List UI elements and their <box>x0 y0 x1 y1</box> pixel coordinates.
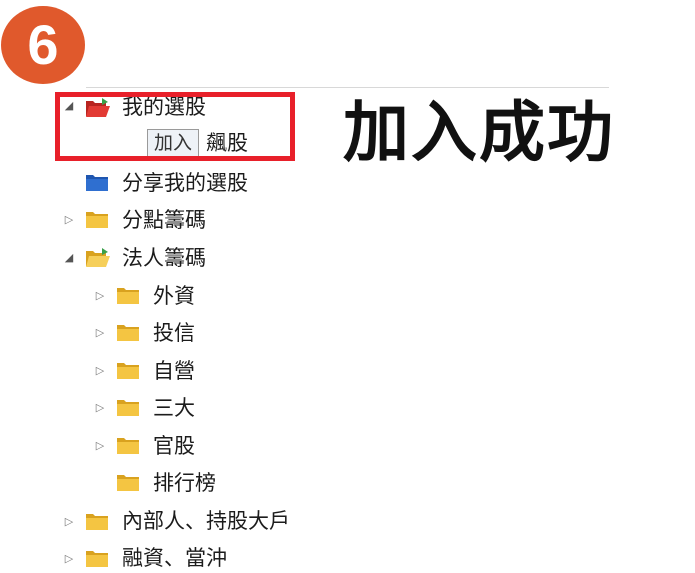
folder-icon <box>117 363 139 379</box>
tree-item-insiders[interactable]: 內部人、持股大戶 <box>122 506 290 536</box>
tree-item-institutional-chips[interactable]: 法人籌碼 <box>122 243 206 273</box>
tree-item-share-my-stocks[interactable]: 分享我的選股 <box>122 168 248 198</box>
tree-item-broker-chips[interactable]: 分點籌碼 <box>122 205 206 235</box>
open-folder-icon <box>86 248 110 267</box>
collapse-arrow-icon[interactable]: ▷ <box>63 515 75 527</box>
folder-icon <box>86 551 108 567</box>
folder-icon <box>117 438 139 454</box>
tree-item-investment-trust[interactable]: 投信 <box>153 318 195 348</box>
collapse-arrow-icon[interactable]: ▷ <box>63 213 75 225</box>
tree-item-margin[interactable]: 融資、當沖 <box>122 543 227 573</box>
folder-icon <box>117 325 139 341</box>
tree-item-gov-stocks[interactable]: 官股 <box>153 431 195 461</box>
collapse-arrow-icon[interactable]: ▷ <box>94 289 106 301</box>
folder-icon <box>86 212 108 228</box>
folder-icon <box>117 288 139 304</box>
tree-item-big-three[interactable]: 三大 <box>153 393 195 423</box>
collapse-arrow-icon[interactable]: ▷ <box>63 552 75 564</box>
folder-icon <box>117 475 139 491</box>
tree-item-ranking[interactable]: 排行榜 <box>153 468 216 498</box>
folder-icon <box>86 514 108 530</box>
collapse-arrow-icon[interactable]: ▷ <box>94 439 106 451</box>
collapse-arrow-icon[interactable]: ▷ <box>94 326 106 338</box>
success-message: 加入成功 <box>343 94 615 171</box>
folder-blue-icon <box>86 175 108 191</box>
top-divider <box>86 87 609 88</box>
collapse-arrow-icon[interactable]: ▷ <box>94 364 106 376</box>
tree-item-foreign[interactable]: 外資 <box>153 281 195 311</box>
highlight-box <box>55 92 295 161</box>
folder-icon <box>117 400 139 416</box>
collapse-arrow-icon[interactable]: ▷ <box>94 401 106 413</box>
expand-arrow-icon[interactable]: ◢ <box>63 251 75 263</box>
tree-item-dealer[interactable]: 自營 <box>153 356 195 386</box>
step-number-badge: 6 <box>1 6 85 84</box>
